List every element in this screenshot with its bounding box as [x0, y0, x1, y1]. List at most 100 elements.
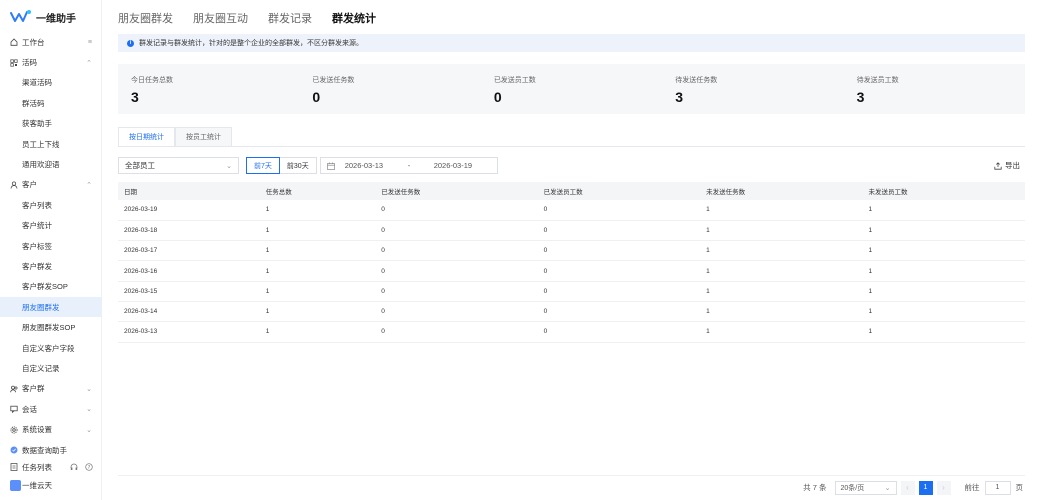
sidebar-item[interactable]: 会话 ⌄	[0, 399, 102, 419]
column-header: 已发送员工数	[537, 182, 701, 200]
prev-page-button[interactable]: ‹	[900, 480, 915, 495]
table-cell: 0	[537, 260, 701, 282]
table-cell: 2026-03-16	[118, 260, 260, 282]
user-profile[interactable]: 一维云天	[0, 476, 102, 494]
table-cell: 1	[259, 281, 376, 302]
range-30-days-button[interactable]: 前30天	[279, 157, 317, 174]
sidebar-item[interactable]: 朋友圈群发SOP	[0, 317, 102, 337]
sidebar-item[interactable]: 客户群发SOP	[0, 277, 102, 297]
export-icon	[994, 161, 1002, 170]
stat-value: 0	[312, 89, 321, 105]
table-cell: 1	[700, 281, 863, 302]
sidebar-item[interactable]: 通用欢迎语	[0, 154, 102, 174]
table-cell: 2026-03-14	[118, 301, 260, 323]
top-tab[interactable]: 群发统计	[332, 10, 376, 30]
page-size-select[interactable]: 20条/页 ⌄	[834, 480, 897, 495]
sidebar-item[interactable]: 客户群发	[0, 256, 102, 276]
sidebar-item-label: 获客助手	[22, 119, 52, 129]
sidebar-item[interactable]: 客户群 ⌄	[0, 379, 102, 399]
sidebar-nav: 工作台 ≡ 活码 ⌃ 渠道活码 群活码获客助手员工上下线通用欢迎语 客户 ⌃ 客户列表客户统计客…	[0, 32, 102, 460]
menu-collapse-icon[interactable]: ≡	[88, 39, 92, 46]
sidebar-item-label: 朋友圈群发SOP	[22, 323, 76, 333]
table-cell: 0	[537, 301, 701, 323]
sidebar-item[interactable]: 客户统计	[0, 216, 102, 236]
sidebar-item[interactable]: 朋友圈群发	[0, 297, 102, 318]
table-row: 2026-03-17 1 0 0 1 1	[118, 240, 1025, 262]
chat-icon	[10, 406, 18, 414]
logo[interactable]: 一维助手	[10, 8, 76, 26]
column-header: 已发送任务数	[375, 182, 538, 200]
export-button[interactable]: 导出	[994, 160, 1020, 171]
table-cell: 0	[375, 260, 538, 282]
sidebar-item[interactable]: 自定义记录	[0, 358, 102, 378]
user-name: 一维云天	[22, 480, 52, 490]
sidebar-item-label: 数据查询助手	[22, 445, 67, 455]
table-cell: 0	[537, 321, 701, 343]
sidebar-item[interactable]: 渠道活码	[0, 73, 102, 93]
stat-card: 已发送任务数 0	[299, 64, 480, 114]
sidebar-item[interactable]: 客户 ⌃	[0, 175, 102, 195]
table-cell: 1	[259, 301, 376, 323]
table-cell: 2026-03-18	[118, 220, 260, 242]
table-cell: 0	[537, 281, 701, 302]
column-header: 未发送任务数	[700, 182, 863, 200]
column-header: 日期	[118, 182, 260, 200]
table-row: 2026-03-16 1 0 0 1 1	[118, 260, 1025, 282]
sidebar-item[interactable]: 自定义客户字段	[0, 338, 102, 358]
table-cell: 1	[259, 240, 376, 262]
range-7-days-button[interactable]: 前7天	[246, 157, 280, 174]
sidebar-item[interactable]: 客户列表	[0, 195, 102, 215]
stat-label: 待发送员工数	[856, 77, 899, 84]
table-cell: 0	[537, 220, 701, 242]
table-row: 2026-03-13 1 0 0 1 1	[118, 321, 1025, 343]
goto-page-input[interactable]: 1	[984, 480, 1011, 495]
top-tab[interactable]: 朋友圈群发	[118, 10, 173, 30]
qrcode-icon	[10, 59, 18, 67]
sidebar-item-label: 客户群	[22, 384, 45, 394]
page-size-value: 20条/页	[840, 484, 865, 492]
sidebar-item[interactable]: 活码 ⌃	[0, 52, 102, 72]
sidebar-item[interactable]: 客户标签	[0, 236, 102, 256]
user-icon	[10, 181, 18, 189]
task-list-item[interactable]: 任务列表 ?	[0, 458, 102, 476]
date-range-picker[interactable]: 2026-03-13 - 2026-03-19	[319, 157, 498, 174]
table-cell: 2026-03-15	[118, 281, 260, 302]
sidebar-item[interactable]: 获客助手	[0, 114, 102, 134]
top-tab[interactable]: 朋友圈互动	[193, 10, 248, 30]
table-cell: 1	[700, 260, 863, 282]
sidebar-item-label: 客户标签	[22, 241, 52, 251]
sidebar-item-label: 活码	[22, 58, 37, 68]
date-start[interactable]: 2026-03-13	[345, 161, 383, 170]
range-segment: 前7天 前30天	[246, 157, 317, 174]
sidebar-item[interactable]: 系统设置 ⌄	[0, 419, 102, 439]
gear-icon	[10, 426, 18, 434]
page-unit-label: 页	[1015, 483, 1024, 492]
sidebar-item-label: 客户群发SOP	[22, 282, 68, 292]
chevron-icon: ⌃	[86, 59, 92, 67]
sidebar-item[interactable]: 工作台 ≡	[0, 32, 102, 52]
sidebar-item[interactable]: 群活码	[0, 93, 102, 113]
next-page-button[interactable]: ›	[936, 480, 951, 495]
employee-select[interactable]: 全部员工 ⌄	[118, 157, 239, 174]
sub-tab[interactable]: 按日期统计	[118, 127, 175, 147]
top-tab[interactable]: 群发记录	[268, 10, 312, 30]
table-cell: 1	[862, 260, 1025, 282]
table-cell: 0	[537, 200, 701, 221]
sidebar-item-label: 员工上下线	[22, 139, 60, 149]
sidebar-item-label: 客户统计	[22, 221, 52, 231]
table-cell: 2026-03-13	[118, 321, 260, 343]
date-separator: -	[407, 161, 411, 170]
headset-icon[interactable]	[70, 463, 78, 471]
pagination: 共 7 条 20条/页 ⌄ ‹ 1 › 前往 1 页	[803, 480, 1023, 495]
help-icon[interactable]: ?	[85, 463, 93, 471]
page-number-current[interactable]: 1	[918, 480, 933, 495]
sidebar-item[interactable]: 员工上下线	[0, 134, 102, 154]
sub-tab[interactable]: 按员工统计	[175, 127, 232, 147]
stat-label: 已发送员工数	[493, 77, 536, 84]
table-cell: 1	[259, 200, 376, 221]
stat-value: 3	[675, 89, 684, 105]
table-cell: 1	[259, 321, 376, 343]
notice-text: 群发记录与群发统计，针对的是整个企业的全部群发，不区分群发来源。	[139, 40, 363, 47]
date-end[interactable]: 2026-03-19	[434, 161, 472, 170]
table-cell: 1	[700, 321, 863, 343]
